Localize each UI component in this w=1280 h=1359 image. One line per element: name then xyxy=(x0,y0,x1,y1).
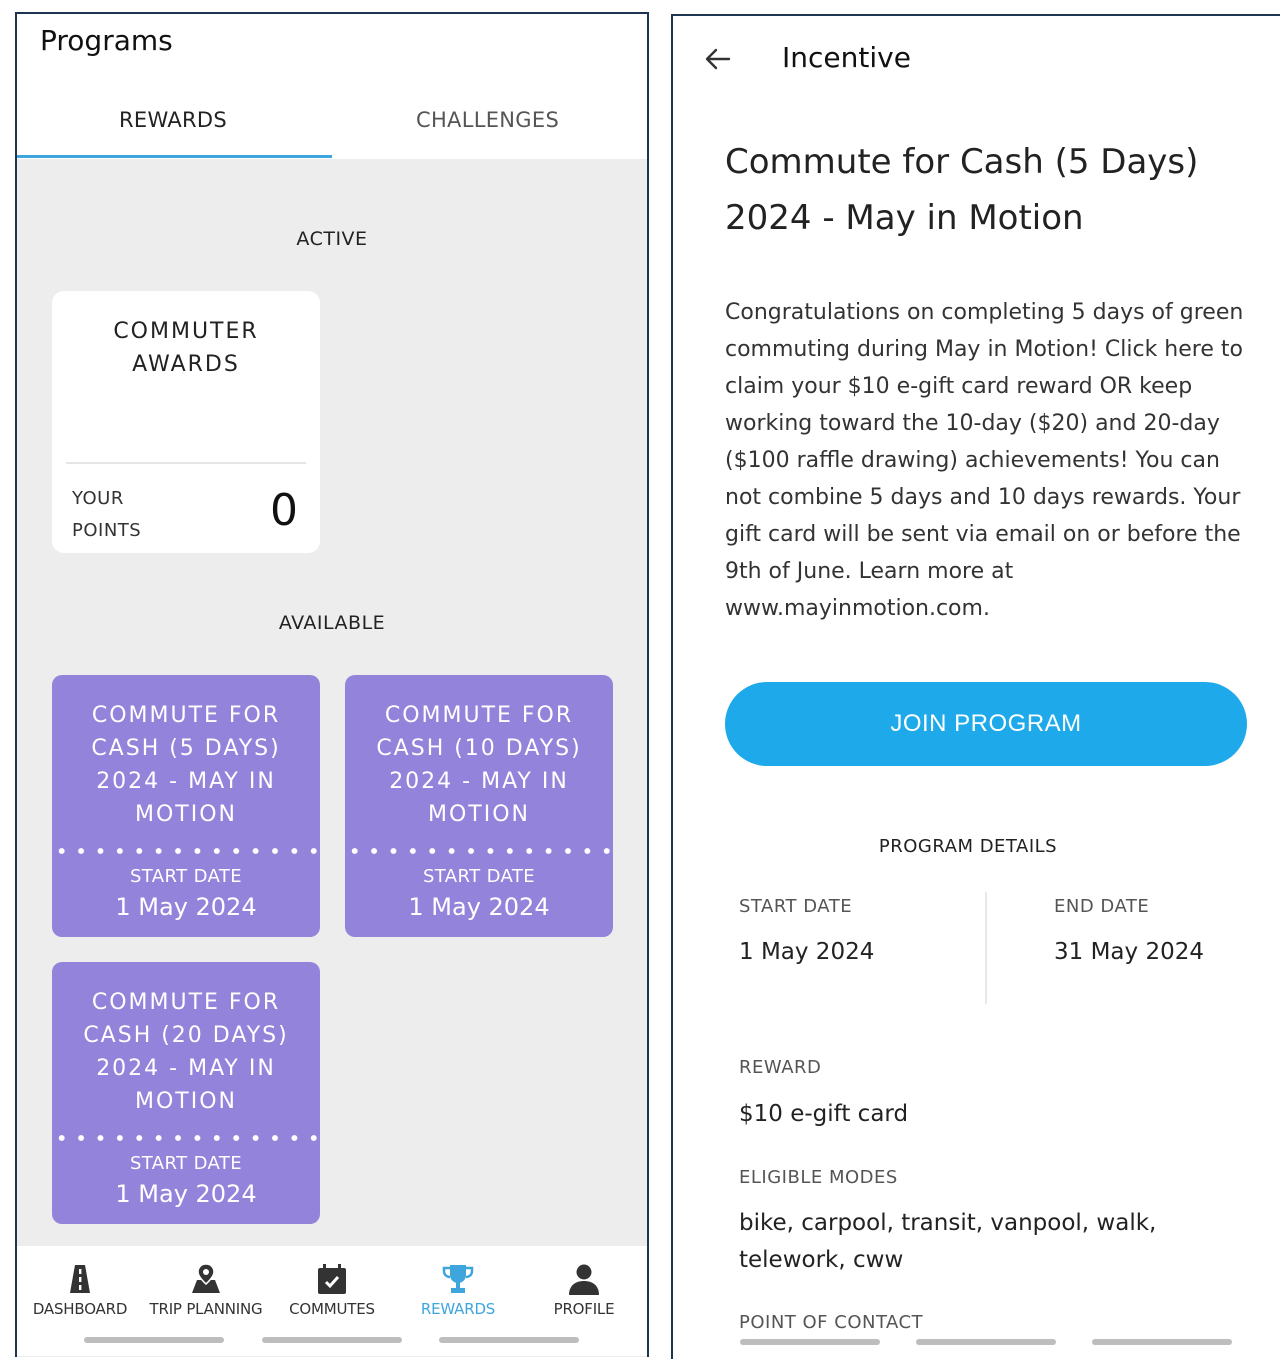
reward-card-5-days[interactable]: COMMUTE FOR CASH (5 DAYS) 2024 - MAY IN … xyxy=(52,675,320,937)
nav-label: COMMUTES xyxy=(289,1300,375,1318)
program-description: Congratulations on completing 5 days of … xyxy=(725,300,1244,621)
reward-card-10-days[interactable]: COMMUTE FOR CASH (10 DAYS) 2024 - MAY IN… xyxy=(345,675,613,937)
programs-screen: Programs REWARDS CHALLENGES ACTIVE COMMU… xyxy=(15,12,649,1357)
details-divider xyxy=(985,892,987,1004)
active-tab-indicator xyxy=(17,155,332,158)
system-nav-bar xyxy=(740,1339,880,1345)
card-divider xyxy=(66,462,306,464)
point-of-contact-label: POINT OF CONTACT xyxy=(739,1312,924,1333)
commuter-awards-title: COMMUTER AWARDS xyxy=(113,319,259,377)
nav-trip-planning[interactable]: TRIP PLANNING xyxy=(143,1262,269,1318)
road-icon xyxy=(70,1265,90,1293)
reward-value: $10 e-gift card xyxy=(739,1101,909,1127)
end-date-label: END DATE xyxy=(1054,896,1150,917)
reward-card-title: COMMUTE FOR CASH (10 DAYS) 2024 - MAY IN… xyxy=(376,703,582,827)
person-icon xyxy=(569,1264,599,1295)
system-nav-bar xyxy=(916,1339,1056,1345)
nav-commutes[interactable]: COMMUTES xyxy=(269,1262,395,1318)
your-points-label: YOUR POINTS xyxy=(72,488,142,541)
start-date-value: 1 May 2024 xyxy=(739,939,875,965)
nav-profile[interactable]: PROFILE xyxy=(521,1262,647,1318)
perforation-dots xyxy=(52,1134,320,1142)
nav-label: TRIP PLANNING xyxy=(149,1300,263,1318)
nav-label: DASHBOARD xyxy=(32,1300,128,1318)
page-title: Incentive xyxy=(782,41,911,74)
eligible-modes-value: bike, carpool, transit, vanpool, walk, t… xyxy=(739,1210,1157,1273)
trophy-icon xyxy=(442,1265,474,1293)
program-details-label: PROGRAM DETAILS xyxy=(878,836,1058,857)
points-value: 0 xyxy=(270,485,298,536)
tab-rewards[interactable]: REWARDS xyxy=(119,108,227,132)
nav-rewards[interactable]: REWARDS xyxy=(395,1262,521,1318)
start-date-label: START DATE xyxy=(422,866,536,887)
incentive-screen: Incentive Commute for Cash (5 Days) 2024… xyxy=(671,14,1280,1359)
reward-card-20-days[interactable]: COMMUTE FOR CASH (20 DAYS) 2024 - MAY IN… xyxy=(52,962,320,1224)
nav-dashboard[interactable]: DASHBOARD xyxy=(17,1262,143,1318)
commuter-awards-card[interactable]: COMMUTER AWARDS YOUR POINTS 0 xyxy=(52,291,320,553)
reward-label: REWARD xyxy=(739,1057,822,1078)
programs-header: Programs REWARDS CHALLENGES xyxy=(17,14,647,159)
start-date-value: 1 May 2024 xyxy=(408,893,550,921)
start-date-label: START DATE xyxy=(129,866,243,887)
back-arrow-icon[interactable] xyxy=(703,44,733,74)
perforation-dots xyxy=(345,847,613,855)
start-date-label: START DATE xyxy=(739,896,853,917)
tab-challenges[interactable]: CHALLENGES xyxy=(416,108,559,132)
reward-card-title: COMMUTE FOR CASH (5 DAYS) 2024 - MAY IN … xyxy=(91,703,281,827)
active-section-label: ACTIVE xyxy=(296,228,368,250)
end-date-value: 31 May 2024 xyxy=(1054,939,1204,965)
start-date-value: 1 May 2024 xyxy=(115,893,257,921)
perforation-dots xyxy=(52,847,320,855)
start-date-label: START DATE xyxy=(129,1153,243,1174)
eligible-modes-label: ELIGIBLE MODES xyxy=(739,1167,898,1188)
page-title: Programs xyxy=(40,24,173,57)
system-nav-bar xyxy=(262,1337,402,1343)
nav-label: REWARDS xyxy=(420,1300,496,1318)
calendar-check-icon xyxy=(318,1264,346,1294)
reward-card-title: COMMUTE FOR CASH (20 DAYS) 2024 - MAY IN… xyxy=(83,990,289,1114)
nav-label: PROFILE xyxy=(553,1300,615,1318)
available-section-label: AVAILABLE xyxy=(278,612,386,634)
program-heading: Commute for Cash (5 Days) 2024 - May in … xyxy=(725,142,1199,238)
join-program-button[interactable]: JOIN PROGRAM xyxy=(725,682,1247,766)
map-pin-icon xyxy=(192,1263,220,1293)
system-nav-bar xyxy=(439,1337,579,1343)
system-nav-bar xyxy=(1092,1339,1232,1345)
start-date-value: 1 May 2024 xyxy=(115,1180,257,1208)
system-nav-bar xyxy=(84,1337,224,1343)
